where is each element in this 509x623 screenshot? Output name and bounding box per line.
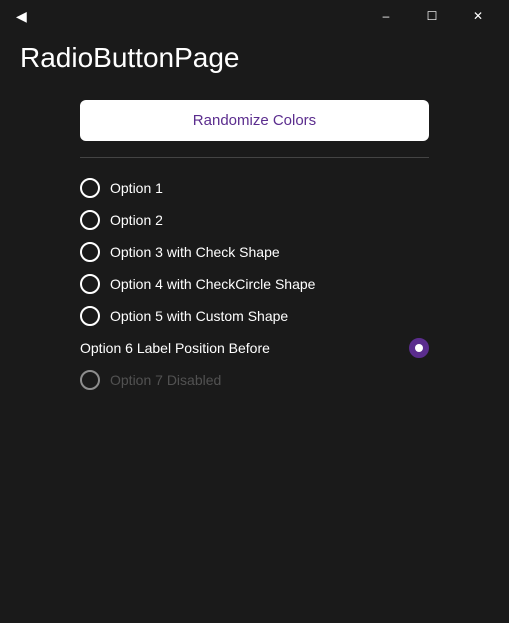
radio-button-5[interactable] (80, 306, 100, 326)
radio-label-3: Option 3 with Check Shape (110, 244, 280, 260)
radio-item-1[interactable]: Option 1 (80, 174, 429, 202)
minimize-icon: – (383, 9, 390, 23)
radio-button-2[interactable] (80, 210, 100, 230)
randomize-colors-button[interactable]: Randomize Colors (80, 100, 429, 141)
radio-label-5: Option 5 with Custom Shape (110, 308, 288, 324)
back-button[interactable]: ◀ (8, 4, 35, 29)
content-area: Randomize Colors Option 1 Option 2 Optio… (0, 90, 509, 414)
divider (80, 157, 429, 158)
radio-list: Option 1 Option 2 Option 3 with Check Sh… (80, 174, 429, 394)
radio-button-4[interactable] (80, 274, 100, 294)
close-icon: ✕ (473, 9, 483, 23)
title-bar: ◀ – ☐ ✕ (0, 0, 509, 32)
close-button[interactable]: ✕ (455, 0, 501, 32)
radio-button-1[interactable] (80, 178, 100, 198)
radio-item-6[interactable]: Option 6 Label Position Before (80, 334, 429, 362)
minimize-button[interactable]: – (363, 0, 409, 32)
back-icon: ◀ (16, 8, 27, 25)
maximize-icon: ☐ (427, 9, 438, 23)
title-bar-left: ◀ (8, 4, 35, 29)
maximize-button[interactable]: ☐ (409, 0, 455, 32)
radio-item-2[interactable]: Option 2 (80, 206, 429, 234)
radio-item-3[interactable]: Option 3 with Check Shape (80, 238, 429, 266)
radio-label-7: Option 7 Disabled (110, 372, 221, 388)
page-title: RadioButtonPage (20, 42, 489, 74)
radio-button-6[interactable] (409, 338, 429, 358)
radio-label-1: Option 1 (110, 180, 163, 196)
radio-button-7 (80, 370, 100, 390)
title-bar-controls: – ☐ ✕ (363, 0, 501, 32)
radio-item-7: Option 7 Disabled (80, 366, 429, 394)
radio-item-5[interactable]: Option 5 with Custom Shape (80, 302, 429, 330)
page-header: RadioButtonPage (0, 32, 509, 90)
radio-item-4[interactable]: Option 4 with CheckCircle Shape (80, 270, 429, 298)
radio-label-4: Option 4 with CheckCircle Shape (110, 276, 315, 292)
radio-label-6: Option 6 Label Position Before (80, 340, 270, 356)
radio-button-3[interactable] (80, 242, 100, 262)
radio-label-2: Option 2 (110, 212, 163, 228)
